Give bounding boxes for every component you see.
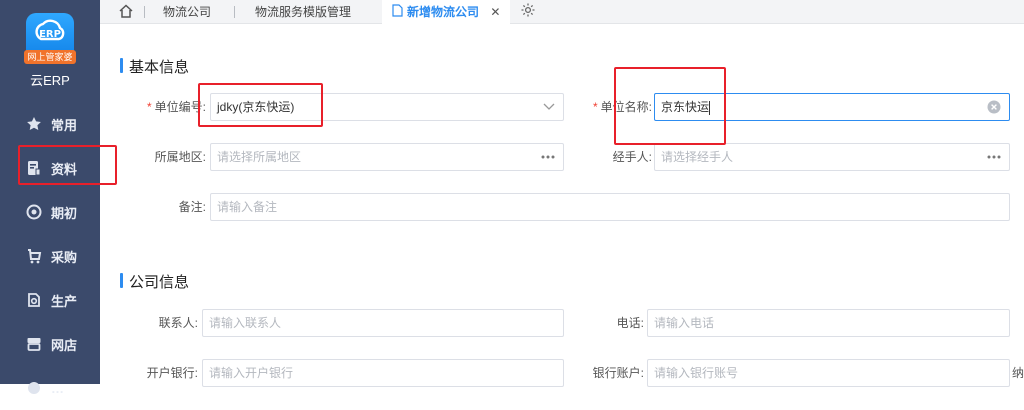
target-icon — [25, 203, 43, 221]
handler-label: 经手人: — [612, 150, 652, 164]
document-icon — [25, 159, 43, 177]
tab-separator — [144, 6, 145, 18]
store-icon — [25, 335, 43, 353]
tab-separator — [234, 6, 235, 18]
section-marker — [120, 273, 123, 288]
tax-label-partial: 纳 — [1012, 366, 1024, 380]
account-label: 银行账户: — [592, 366, 644, 380]
cart-icon — [25, 247, 43, 265]
unit-code-value: jdky(京东快运) — [217, 100, 295, 114]
remark-input[interactable]: 请输入备注 — [210, 193, 1010, 221]
required-mark: * — [146, 100, 152, 114]
sidebar-item-common[interactable]: 常用 — [0, 102, 100, 146]
bank-input[interactable]: 请输入开户银行 — [202, 359, 564, 387]
account-input[interactable]: 请输入银行账号 — [647, 359, 1010, 387]
sidebar-item-label: 网店 — [51, 337, 78, 353]
close-icon[interactable]: ✕ — [490, 5, 500, 19]
unit-name-input[interactable]: 京东快运 — [654, 93, 1010, 121]
chevron-down-icon[interactable] — [543, 94, 555, 120]
tab-logistics-template[interactable]: 物流服务模版管理 — [255, 0, 351, 24]
phone-placeholder: 请输入电话 — [654, 316, 715, 330]
more-dots-icon[interactable] — [541, 144, 555, 170]
unit-code-select[interactable]: jdky(京东快运) — [210, 93, 564, 121]
contact-placeholder: 请输入联系人 — [209, 316, 282, 330]
gear-icon[interactable] — [520, 2, 536, 20]
logo-ribbon: 网上管家婆 — [24, 50, 76, 64]
section-title-company: 公司信息 — [129, 274, 190, 291]
document-icon — [392, 1, 403, 25]
app-logo: ERP 网上管家婆 云ERP — [0, 0, 100, 95]
sidebar-item-opening[interactable]: 期初 — [0, 190, 100, 234]
bank-placeholder: 请输入开户银行 — [209, 366, 294, 380]
tab-logistics-company[interactable]: 物流公司 — [163, 0, 211, 24]
remark-placeholder: 请输入备注 — [217, 200, 278, 214]
brand-name: 云ERP — [30, 73, 70, 88]
region-label: 所属地区: — [154, 150, 206, 164]
sidebar-item-label: 生产 — [51, 293, 78, 309]
sidebar-item-production[interactable]: 生产 — [0, 278, 100, 322]
production-icon — [25, 291, 43, 309]
sidebar-item-data[interactable]: 资料 — [0, 146, 100, 190]
svg-text:ERP: ERP — [39, 29, 61, 40]
tab-new-logistics-company[interactable]: 新增物流公司 ✕ — [382, 0, 510, 25]
region-select[interactable]: 请选择所属地区 — [210, 143, 564, 171]
account-placeholder: 请输入银行账号 — [654, 366, 739, 380]
sidebar-item-purchase[interactable]: 采购 — [0, 234, 100, 278]
sidebar-item-label: 常用 — [51, 117, 78, 133]
tab-label: 新增物流公司 — [407, 5, 480, 19]
text-cursor — [709, 100, 711, 115]
more-dots-icon[interactable] — [987, 144, 1001, 170]
more-icon — [25, 379, 43, 397]
home-icon[interactable] — [118, 3, 134, 21]
sidebar-item-label: 采购 — [51, 249, 78, 265]
sidebar-item-label: 期初 — [51, 205, 78, 221]
section-title-basic: 基本信息 — [129, 59, 190, 76]
required-mark: * — [592, 100, 598, 114]
bank-label: 开户银行: — [146, 366, 198, 380]
unit-code-label: * 单位编号: — [146, 100, 206, 114]
contact-label: 联系人: — [158, 316, 198, 330]
star-icon — [25, 115, 43, 133]
contact-input[interactable]: 请输入联系人 — [202, 309, 564, 337]
region-placeholder: 请选择所属地区 — [217, 150, 302, 164]
tab-bar: 物流公司 物流服务模版管理 新增物流公司 ✕ — [100, 0, 1024, 25]
handler-placeholder: 请选择经手人 — [661, 150, 734, 164]
phone-label: 电话: — [616, 316, 644, 330]
remark-label: 备注: — [178, 200, 206, 214]
section-marker — [120, 58, 123, 73]
unit-name-label: * 单位名称: — [592, 100, 652, 114]
phone-input[interactable]: 请输入电话 — [647, 309, 1010, 337]
sidebar: ERP 网上管家婆 云ERP 常用 资料 期初 采购 生产 网店 … — [0, 0, 100, 396]
sidebar-item-store[interactable]: 网店 — [0, 322, 100, 366]
sidebar-item-label: … — [51, 380, 64, 396]
clear-icon[interactable] — [987, 94, 1001, 120]
sidebar-item-more[interactable]: … — [0, 366, 100, 410]
sidebar-item-label: 资料 — [51, 161, 78, 177]
handler-select[interactable]: 请选择经手人 — [654, 143, 1010, 171]
unit-name-value: 京东快运 — [661, 100, 710, 114]
